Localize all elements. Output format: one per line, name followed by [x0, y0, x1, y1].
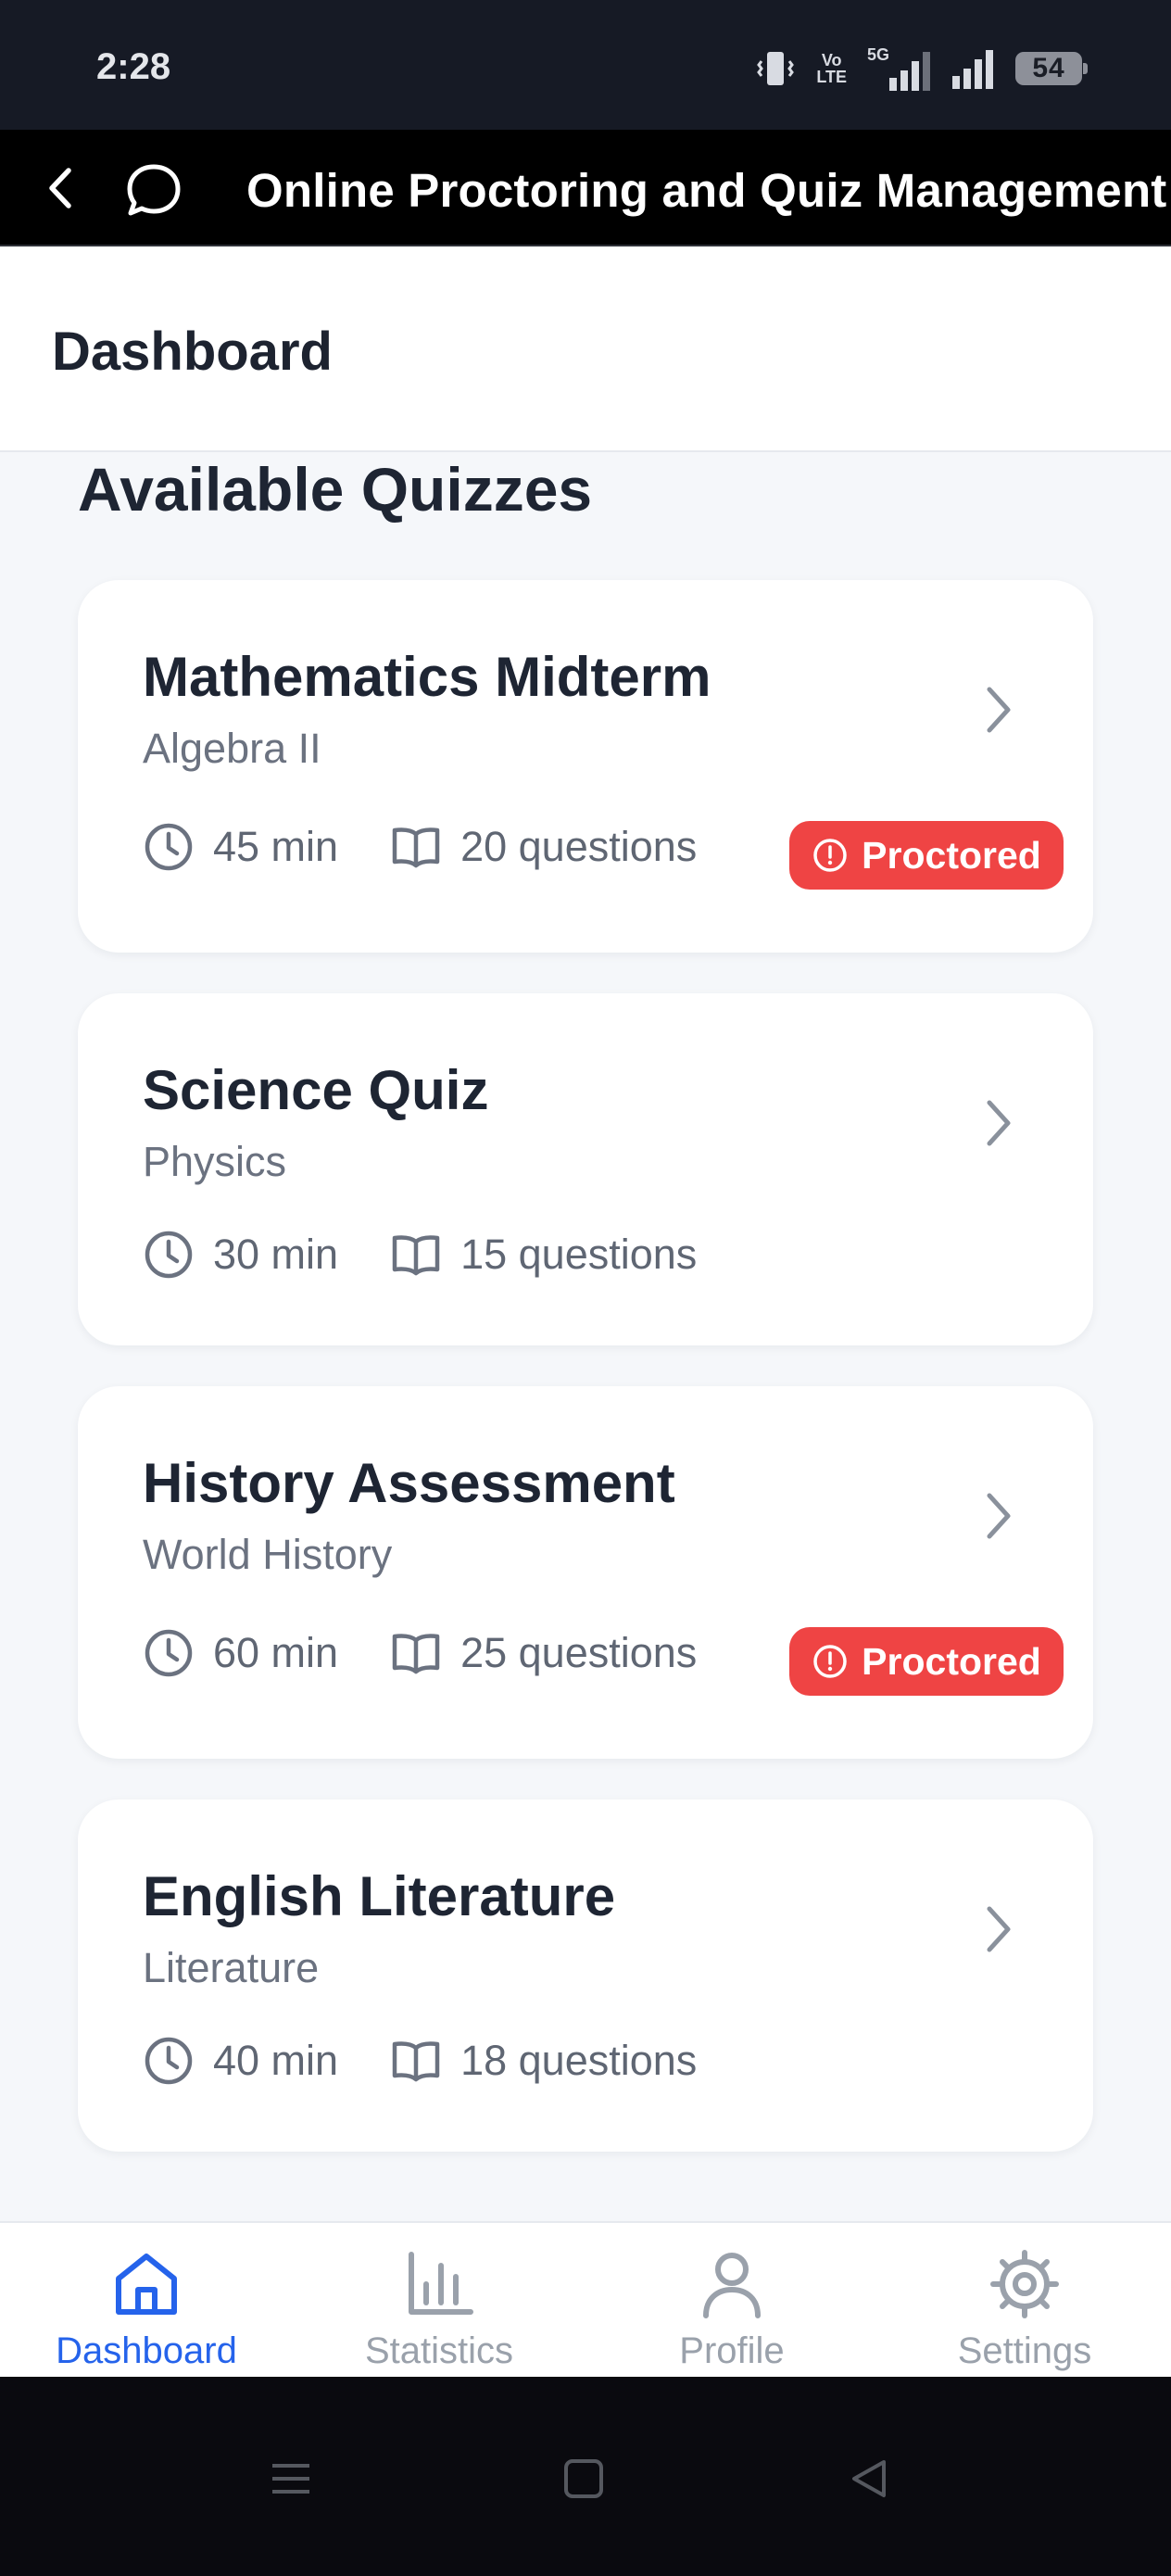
square-icon — [564, 2459, 603, 2498]
quiz-card[interactable]: Science Quiz Physics 30 min 15 questions — [78, 993, 1093, 1345]
gear-icon — [988, 2247, 1062, 2321]
quiz-title: Mathematics Midterm — [143, 646, 711, 708]
question-count: 15 questions — [390, 1229, 697, 1281]
app-header: Online Proctoring and Quiz Management — [0, 130, 1171, 246]
clock-icon — [145, 2037, 193, 2085]
chevron-right-icon — [987, 687, 1011, 733]
signal-bars-icon — [889, 52, 930, 91]
quiz-card[interactable]: Mathematics Midterm Algebra II 45 min 20… — [78, 580, 1093, 953]
main-content[interactable]: Dashboard Available Quizzes Mathematics … — [0, 246, 1171, 2221]
nav-label: Statistics — [364, 2330, 514, 2371]
volte-bottom-text: LTE — [816, 68, 847, 86]
nav-item-statistics[interactable]: Statistics — [293, 2223, 586, 2377]
vibrate-icon — [757, 52, 795, 85]
user-icon — [695, 2247, 769, 2321]
quiz-subject: World History — [143, 1531, 393, 1578]
proctored-badge: Proctored — [789, 1627, 1064, 1696]
badge-label: Proctored — [862, 833, 1041, 877]
app-title: Online Proctoring and Quiz Management — [246, 164, 1167, 217]
quiz-title: History Assessment — [143, 1452, 675, 1514]
home-icon — [109, 2247, 183, 2321]
status-time: 2:28 — [96, 46, 171, 87]
duration: 40 min — [143, 2035, 338, 2087]
quiz-card[interactable]: English Literature Literature 40 min 18 … — [78, 1799, 1093, 2152]
clock-icon — [145, 823, 193, 871]
duration: 60 min — [143, 1627, 338, 1679]
status-icons: Vo LTE 5G 54 — [755, 44, 1088, 93]
proctored-badge: Proctored — [789, 821, 1064, 890]
quiz-meta: 45 min 20 questions — [143, 817, 697, 877]
back-button[interactable] — [35, 158, 85, 219]
question-count-text: 15 questions — [460, 1231, 698, 1278]
quiz-subject: Algebra II — [143, 725, 321, 772]
triangle-back-icon — [852, 2460, 886, 2497]
nav-item-dashboard[interactable]: Dashboard — [0, 2223, 293, 2377]
duration-text: 40 min — [213, 2037, 339, 2084]
signal-bars-secondary-icon — [952, 50, 993, 89]
chat-bubble-icon — [127, 164, 181, 216]
quiz-meta: 60 min 25 questions — [143, 1623, 697, 1683]
bar-chart-icon — [402, 2247, 476, 2321]
nav-label: Dashboard — [56, 2330, 237, 2371]
duration-text: 45 min — [213, 823, 339, 870]
quiz-title: Science Quiz — [143, 1059, 489, 1121]
book-icon — [392, 827, 440, 868]
alert-circle-icon — [813, 1645, 847, 1678]
section-title: Available Quizzes — [78, 455, 593, 524]
duration-text: 60 min — [213, 1629, 339, 1676]
badge-label: Proctored — [862, 1639, 1041, 1683]
chat-button[interactable] — [117, 154, 191, 228]
quiz-card[interactable]: History Assessment World History 60 min — [78, 1386, 1093, 1759]
nav-label: Profile — [679, 2330, 785, 2371]
clock-icon — [145, 1231, 193, 1279]
recents-button[interactable] — [254, 2442, 328, 2516]
page-title: Dashboard — [52, 322, 333, 382]
menu-lines-icon — [272, 2464, 309, 2494]
book-icon — [392, 1235, 440, 1276]
signal-5g-text: 5G — [867, 45, 890, 64]
nav-label: Settings — [957, 2330, 1092, 2371]
back-nav-button[interactable] — [832, 2442, 906, 2516]
nav-item-settings[interactable]: Settings — [878, 2223, 1171, 2377]
quiz-subject: Physics — [143, 1138, 287, 1185]
chevron-right-icon — [987, 1906, 1011, 1952]
system-nav-bar — [0, 2377, 1171, 2576]
quiz-meta: 40 min 18 questions — [143, 2031, 697, 2090]
question-count: 25 questions — [390, 1627, 697, 1679]
bottom-nav: Dashboard Statistics Profile Settings — [0, 2221, 1171, 2377]
duration-text: 30 min — [213, 1231, 339, 1278]
duration: 45 min — [143, 821, 338, 873]
signal-5g-indicator: 5G — [867, 46, 932, 91]
chevron-right-icon — [987, 1100, 1011, 1146]
page-header: Dashboard — [0, 246, 1171, 452]
duration: 30 min — [143, 1229, 338, 1281]
quiz-meta: 30 min 15 questions — [143, 1225, 697, 1284]
battery-level: 54 — [1032, 53, 1065, 83]
chevron-right-icon — [987, 1493, 1011, 1539]
question-count-text: 25 questions — [460, 1629, 698, 1676]
clock-icon — [145, 1629, 193, 1677]
volte-indicator: Vo LTE — [816, 52, 847, 85]
quiz-title: English Literature — [143, 1865, 616, 1927]
question-count: 20 questions — [390, 821, 697, 873]
status-bar: 2:28 Vo LTE 5G 54 — [0, 0, 1171, 130]
phone-screen: 2:28 Vo LTE 5G 54 Online Proctoring and … — [0, 0, 1171, 2576]
home-button[interactable] — [547, 2442, 621, 2516]
back-arrow-icon — [49, 168, 71, 208]
volte-top-text: Vo — [821, 51, 842, 69]
quiz-subject: Literature — [143, 1944, 320, 1991]
book-icon — [392, 2041, 440, 2082]
battery-icon: 54 — [1015, 52, 1088, 85]
question-count: 18 questions — [390, 2035, 697, 2087]
nav-item-profile[interactable]: Profile — [586, 2223, 878, 2377]
book-icon — [392, 1634, 440, 1674]
alert-circle-icon — [813, 839, 847, 872]
question-count-text: 20 questions — [460, 823, 698, 870]
question-count-text: 18 questions — [460, 2037, 698, 2084]
